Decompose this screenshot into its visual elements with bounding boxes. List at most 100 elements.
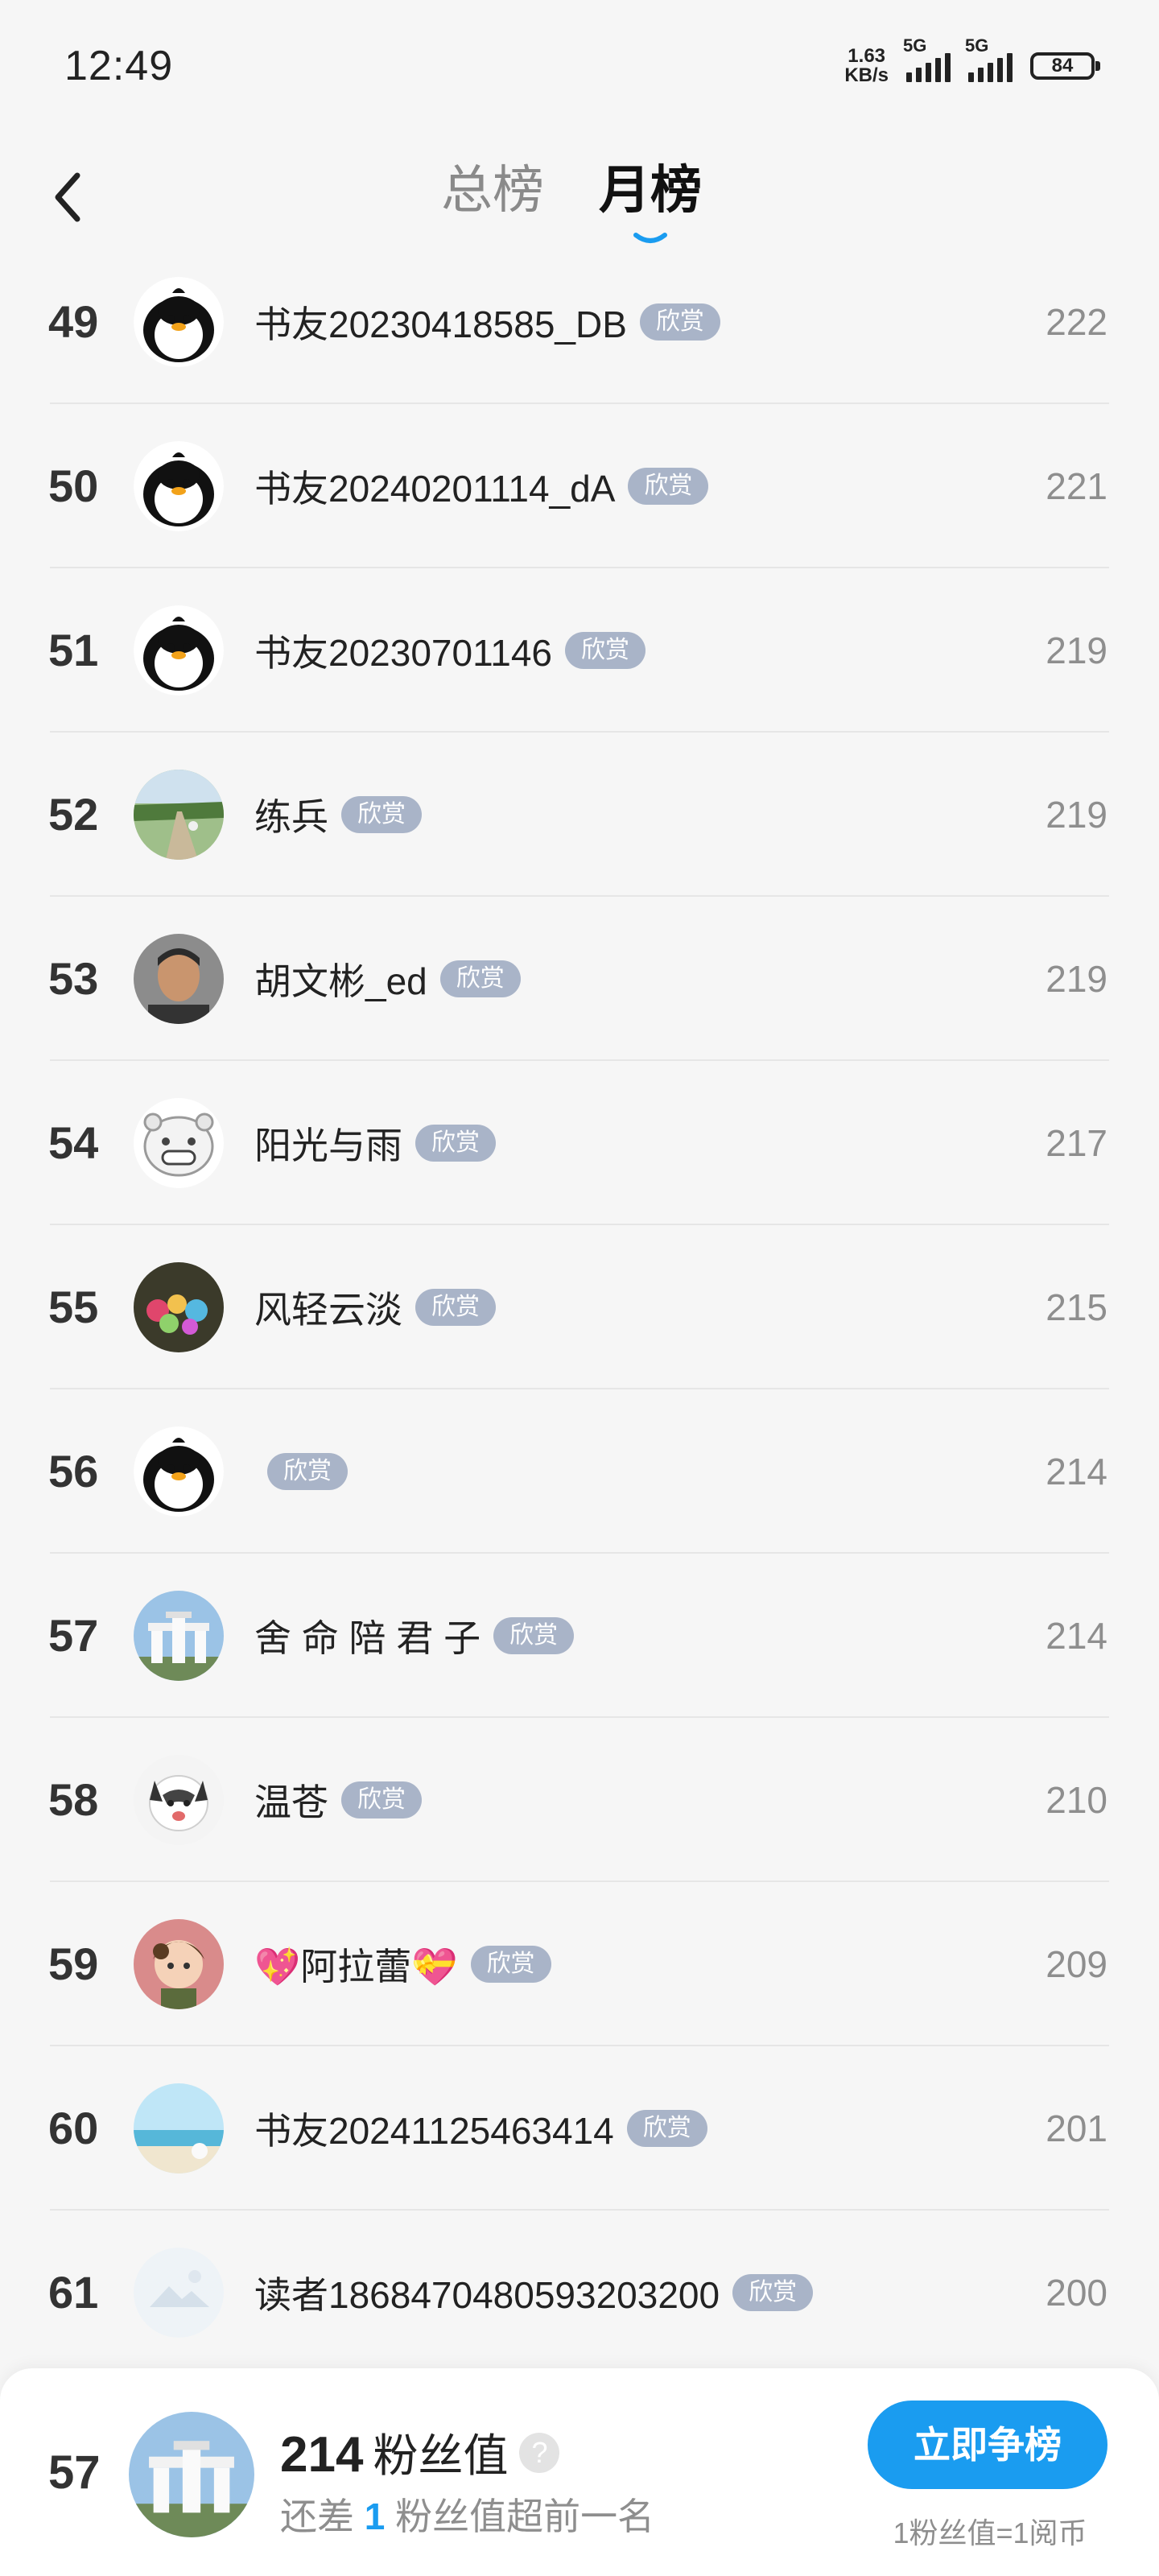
beach-photo-avatar[interactable] bbox=[134, 2083, 224, 2174]
rank-number: 55 bbox=[48, 1282, 99, 1332]
name-group: 阳光与雨 欣赏 bbox=[254, 1061, 496, 1225]
ranking-list: 49 书友20230418585_DB 欣赏 222 50 书友20240201114… bbox=[0, 240, 1159, 2375]
flowers-photo-avatar[interactable] bbox=[134, 1262, 224, 1352]
fan-score: 221 bbox=[1046, 465, 1107, 507]
name-group: 读者1868470480593203200 欣赏 bbox=[254, 2211, 814, 2375]
my-score: 214 bbox=[280, 2427, 364, 2483]
rank-number: 59 bbox=[48, 1938, 99, 1989]
user-name: 书友20230418585_DB bbox=[254, 303, 627, 345]
ranking-row[interactable]: 58 温苍 欣赏 210 bbox=[0, 1718, 1159, 1882]
my-ranking-bar: 57 214 粉丝值 ? 还差 1 粉丝值超前一名 立即争榜 1粉丝值=1阅币 bbox=[0, 2368, 1159, 2576]
my-score-line: 214 粉丝值 ? bbox=[280, 2420, 560, 2485]
ranking-row[interactable]: 61 读者1868470480593203200 欣赏 200 bbox=[0, 2211, 1159, 2375]
user-name: 温苍 bbox=[254, 1781, 328, 1823]
user-name: 阳光与雨 bbox=[254, 1125, 402, 1166]
name-group: 胡文彬_ed 欣赏 bbox=[254, 897, 521, 1061]
appreciate-badge: 欣赏 bbox=[628, 468, 709, 505]
fan-score: 217 bbox=[1046, 1122, 1107, 1164]
gate-photo-avatar[interactable] bbox=[134, 1591, 224, 1681]
penguin-avatar[interactable] bbox=[134, 277, 224, 367]
rank-number: 49 bbox=[48, 296, 99, 347]
ranking-row[interactable]: 52 练兵 欣赏 219 bbox=[0, 733, 1159, 897]
appreciate-badge: 欣赏 bbox=[626, 2110, 707, 2147]
tab-total-ranking[interactable]: 总榜 bbox=[441, 158, 544, 222]
fan-score: 201 bbox=[1046, 2107, 1107, 2149]
husky-photo-avatar[interactable] bbox=[134, 1755, 224, 1845]
battery-icon: 84 bbox=[1030, 52, 1100, 80]
appreciate-badge: 欣赏 bbox=[493, 1617, 575, 1654]
penguin-avatar[interactable] bbox=[134, 1426, 224, 1517]
name-group: 风轻云淡 欣赏 bbox=[254, 1225, 496, 1389]
rank-number: 54 bbox=[48, 1117, 99, 1168]
name-group: 书友20240201114_dA 欣赏 bbox=[254, 404, 709, 568]
status-bar: 12:49 1.63 KB/s 5G 5G 84 bbox=[0, 0, 1159, 129]
tab-monthly-ranking[interactable]: 月榜 bbox=[599, 158, 702, 222]
fan-score: 219 bbox=[1046, 794, 1107, 836]
signal-icon-sim1: 5G bbox=[903, 35, 951, 82]
cartoon-girl-avatar[interactable] bbox=[134, 1919, 224, 2009]
status-time: 12:49 bbox=[64, 43, 174, 89]
appreciate-badge: 欣赏 bbox=[565, 632, 645, 669]
name-group: 书友20241125463414 欣赏 bbox=[254, 2046, 707, 2211]
rank-number: 51 bbox=[48, 625, 99, 675]
ranking-row[interactable]: 55 风轻云淡 欣赏 215 bbox=[0, 1225, 1159, 1389]
fan-score: 222 bbox=[1046, 301, 1107, 343]
name-group: 欣赏 bbox=[254, 1389, 348, 1554]
user-name: 胡文彬_ed bbox=[254, 960, 427, 1002]
status-icons: 1.63 KB/s 5G 5G 84 bbox=[844, 35, 1100, 90]
user-name: 书友20230701146 bbox=[254, 632, 552, 674]
user-name: 💖阿拉蕾💝 bbox=[254, 1946, 458, 1988]
my-avatar bbox=[129, 2412, 254, 2537]
my-score-unit: 粉丝值 bbox=[373, 2430, 509, 2481]
appreciate-badge: 欣赏 bbox=[267, 1453, 348, 1490]
fan-score: 219 bbox=[1046, 958, 1107, 1000]
fan-score: 219 bbox=[1046, 630, 1107, 671]
ranking-row[interactable]: 54 阳光与雨 欣赏 217 bbox=[0, 1061, 1159, 1225]
user-name: 练兵 bbox=[254, 796, 328, 838]
rank-gap-text: 还差 1 粉丝值超前一名 bbox=[280, 2496, 655, 2537]
penguin-avatar[interactable] bbox=[134, 441, 224, 531]
fan-score: 214 bbox=[1046, 1615, 1107, 1657]
user-name: 书友20240201114_dA bbox=[254, 468, 616, 510]
ranking-row[interactable]: 56 欣赏 214 bbox=[0, 1389, 1159, 1554]
ranking-row[interactable]: 59 💖阿拉蕾💝 欣赏 209 bbox=[0, 1882, 1159, 2046]
default-avatar[interactable] bbox=[134, 2248, 224, 2338]
signal-icon-sim2: 5G bbox=[965, 35, 1013, 82]
ranking-row[interactable]: 57 舍 命 陪 君 子欣赏 214 bbox=[0, 1554, 1159, 1718]
ranking-row[interactable]: 50 书友20240201114_dA 欣赏 221 bbox=[0, 404, 1159, 568]
name-group: 舍 命 陪 君 子欣赏 bbox=[254, 1554, 575, 1718]
user-name: 读者1868470480593203200 bbox=[254, 2274, 720, 2316]
name-group: 💖阿拉蕾💝 欣赏 bbox=[254, 1882, 551, 2046]
rank-number: 58 bbox=[48, 1774, 99, 1825]
rank-number: 50 bbox=[48, 460, 99, 511]
road-photo-avatar[interactable] bbox=[134, 770, 224, 860]
fan-score: 200 bbox=[1046, 2272, 1107, 2314]
fan-score: 215 bbox=[1046, 1286, 1107, 1328]
ranking-row[interactable]: 49 书友20230418585_DB 欣赏 222 bbox=[0, 240, 1159, 404]
name-group: 书友20230701146 欣赏 bbox=[254, 568, 645, 733]
cartoon-face-avatar[interactable] bbox=[134, 1098, 224, 1188]
appreciate-badge: 欣赏 bbox=[439, 960, 521, 997]
person-photo-avatar[interactable] bbox=[134, 934, 224, 1024]
help-icon[interactable]: ? bbox=[519, 2432, 560, 2473]
appreciate-badge: 欣赏 bbox=[470, 1946, 551, 1983]
ranking-row[interactable]: 51 书友20230701146 欣赏 219 bbox=[0, 568, 1159, 733]
appreciate-badge: 欣赏 bbox=[341, 796, 422, 833]
name-group: 温苍 欣赏 bbox=[254, 1718, 422, 1882]
appreciate-badge: 欣赏 bbox=[341, 1781, 422, 1818]
exchange-note: 1粉丝值=1阅币 bbox=[893, 2516, 1087, 2549]
rank-number: 52 bbox=[48, 789, 99, 840]
compete-button[interactable]: 立即争榜 bbox=[868, 2401, 1107, 2489]
appreciate-badge: 欣赏 bbox=[639, 303, 720, 341]
user-name: 书友20241125463414 bbox=[254, 2110, 614, 2152]
user-name: 舍 命 陪 君 子 bbox=[254, 1617, 481, 1659]
ranking-row[interactable]: 60 书友20241125463414 欣赏 201 bbox=[0, 2046, 1159, 2211]
name-group: 练兵 欣赏 bbox=[254, 733, 422, 897]
ranking-row[interactable]: 53 胡文彬_ed 欣赏 219 bbox=[0, 897, 1159, 1061]
rank-number: 56 bbox=[48, 1446, 99, 1496]
my-rank: 57 bbox=[48, 2446, 101, 2499]
rank-number: 61 bbox=[48, 2267, 99, 2318]
back-arrow-icon[interactable] bbox=[47, 169, 95, 225]
user-name: 风轻云淡 bbox=[254, 1289, 402, 1331]
penguin-avatar[interactable] bbox=[134, 605, 224, 696]
